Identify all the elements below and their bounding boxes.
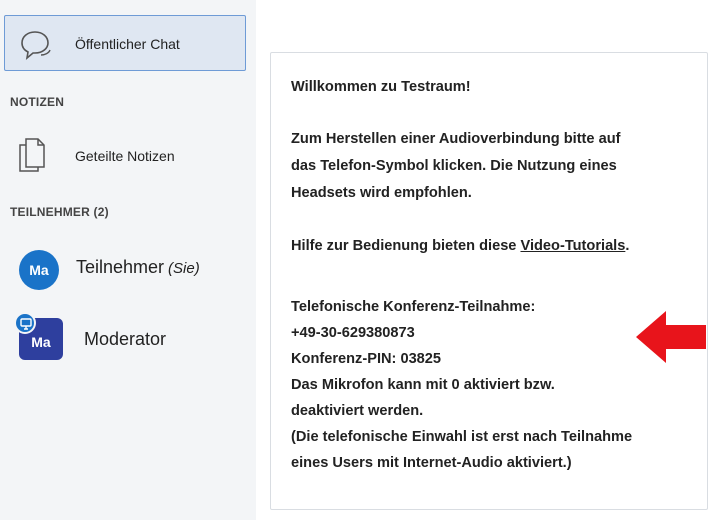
- public-chat-item[interactable]: Öffentlicher Chat: [4, 15, 246, 71]
- sidebar: Öffentlicher Chat NOTIZEN Geteilte Notiz…: [0, 0, 256, 520]
- mic-line-2: deaktiviert werden.: [291, 403, 424, 419]
- presenter-icon: [14, 312, 36, 334]
- note-line-1: (Die telefonische Einwahl ist erst nach …: [291, 429, 633, 445]
- user-list-item[interactable]: Ma Teilnehmer (Sie): [14, 245, 250, 295]
- audio-line-3: Headsets wird empfohlen.: [291, 185, 472, 201]
- participants-section-title: TEILNEHMER (2): [10, 205, 109, 219]
- welcome-prefix: Willkommen zu: [291, 79, 402, 95]
- red-arrow-icon: [636, 309, 706, 365]
- conference-pin: Konferenz-PIN: 03825: [291, 351, 442, 367]
- room-name: Testraum!: [401, 79, 471, 95]
- notes-section-title: NOTIZEN: [10, 95, 65, 109]
- help-line: Hilfe zur Bedienung bieten diese Video-T…: [291, 238, 629, 254]
- mic-line-1: Das Mikrofon kann mit 0 aktiviert bzw.: [291, 377, 555, 393]
- speech-bubble-icon: [19, 28, 53, 62]
- help-prefix: Hilfe zur Bedienung bieten diese: [291, 238, 521, 254]
- audio-line-1: Zum Herstellen einer Audioverbindung bit…: [291, 131, 621, 147]
- audio-line-2: das Telefon-Symbol klicken. Die Nutzung …: [291, 158, 617, 174]
- user-list-item[interactable]: Ma Moderator: [14, 312, 250, 362]
- welcome-message-panel: Willkommen zu Testraum! Zum Herstellen e…: [270, 52, 708, 510]
- user-name: Teilnehmer (Sie): [76, 257, 200, 278]
- note-line-2: eines Users mit Internet-Audio aktiviert…: [291, 455, 572, 471]
- phone-title: Telefonische Konferenz-Teilnahme:: [291, 299, 536, 315]
- public-chat-label: Öffentlicher Chat: [75, 36, 180, 52]
- phone-number: +49-30-629380873: [291, 325, 415, 341]
- you-tag: (Sie): [168, 260, 200, 277]
- video-tutorials-link[interactable]: Video-Tutorials: [520, 238, 625, 254]
- welcome-line: Willkommen zu Testraum!: [291, 79, 471, 95]
- shared-notes-label: Geteilte Notizen: [75, 148, 175, 164]
- shared-notes-item[interactable]: Geteilte Notizen: [14, 133, 244, 177]
- user-name-text: Teilnehmer: [76, 257, 165, 277]
- document-icon: [18, 137, 46, 173]
- avatar: Ma: [19, 250, 59, 290]
- user-name: Moderator: [84, 329, 167, 349]
- help-suffix: .: [625, 238, 630, 254]
